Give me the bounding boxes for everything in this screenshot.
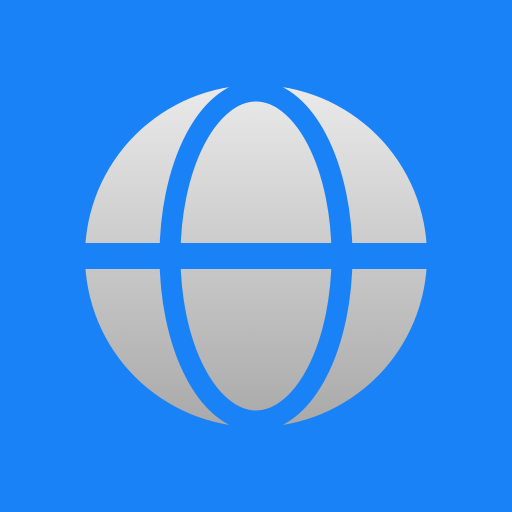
globe-icon	[0, 0, 512, 512]
app-icon-tile	[0, 0, 512, 512]
icon-background	[0, 0, 512, 512]
